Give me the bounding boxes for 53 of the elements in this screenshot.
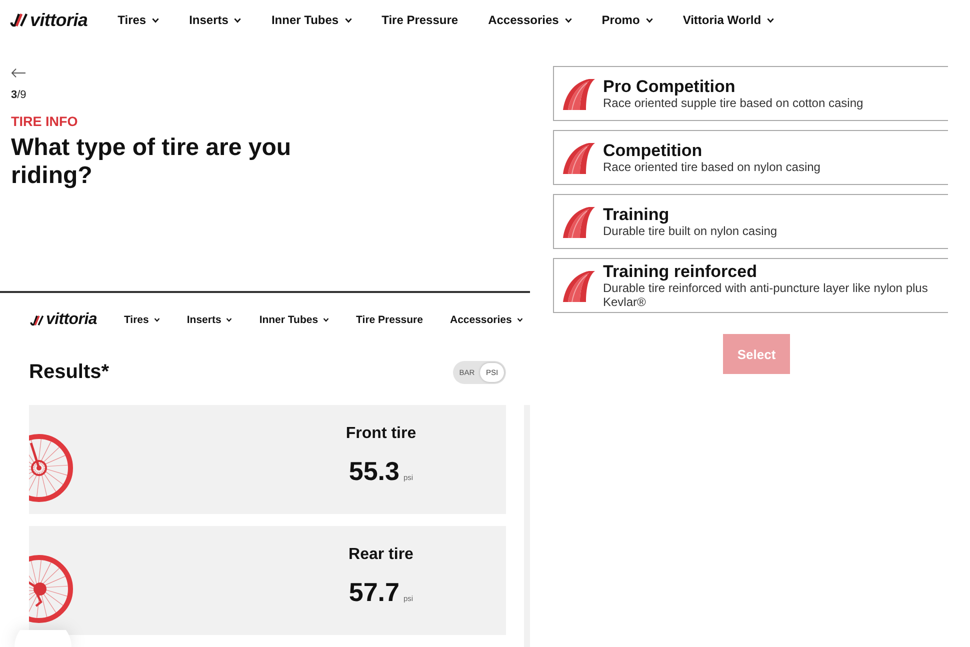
back-arrow-icon[interactable] [11, 68, 26, 78]
brand-logo[interactable]: vittoria [30, 311, 97, 329]
chevron-down-icon [226, 318, 232, 322]
bicycle-wheel-icon [29, 554, 74, 624]
tire-icon [562, 270, 596, 302]
tire-type-option[interactable]: Training Durable tire built on nylon casing [553, 194, 948, 249]
pressure-value: 55.3 [348, 456, 400, 486]
nav-menu-item[interactable]: Tire Pressure [382, 13, 458, 27]
result-label: Rear tire [348, 545, 414, 565]
nav-menu-item[interactable]: Promo [602, 13, 653, 27]
nav-menu-item[interactable]: Inserts [189, 13, 242, 27]
nav-menu-item[interactable]: Inner Tubes [259, 314, 330, 326]
nav-menu-item[interactable]: Accessories [488, 13, 572, 27]
chevron-down-icon [564, 18, 572, 22]
nav-menu-item[interactable]: Tire Pressure [356, 314, 423, 326]
brand-logo[interactable]: vittoria [10, 10, 88, 30]
chevron-down-icon [323, 318, 330, 322]
option-description: Durable tire reinforced with anti-puncture layer like nylon plus Kevlar® [603, 280, 929, 308]
question-heading: What type of tire are you riding? [11, 134, 292, 190]
chevron-down-icon [344, 18, 352, 22]
chevron-down-icon [234, 18, 242, 22]
result-label: Front tire [346, 424, 416, 444]
tire-type-option[interactable]: Competition Race oriented tire based on nylon casing [553, 130, 948, 185]
step-counter: 3/9 [11, 88, 26, 102]
nav-menu-item[interactable]: Inner Tubes [271, 13, 352, 27]
tire-type-option[interactable]: Pro Competition Race oriented supple tire based on cotton casing [553, 66, 948, 121]
tire-icon [562, 206, 596, 238]
results-heading: Results* [29, 360, 110, 384]
nav-menu-item[interactable]: Vittoria World [682, 13, 774, 27]
tire-icon [562, 142, 596, 174]
nav-menu-item[interactable]: Accessories [450, 314, 523, 326]
logo-mark-icon [10, 13, 28, 27]
option-title: Training reinforced [603, 262, 757, 280]
nav-menu-item[interactable]: Tires [118, 13, 160, 27]
chevron-down-icon [767, 18, 774, 22]
bicycle-wheel-icon [29, 433, 74, 503]
option-title: Competition [603, 142, 702, 160]
option-description: Race oriented tire based on nylon casing [603, 160, 820, 174]
option-description: Durable tire built on nylon casing [603, 224, 778, 238]
tire-icon [562, 78, 596, 110]
chevron-down-icon [516, 318, 523, 322]
chevron-down-icon [154, 318, 160, 322]
chevron-down-icon [152, 18, 160, 22]
section-label: TIRE INFO [11, 114, 78, 130]
chevron-down-icon [646, 18, 653, 22]
nav-menu-item[interactable]: Inserts [186, 314, 232, 326]
tire-type-option[interactable]: Training reinforced Durable tire reinforced with anti-puncture layer like nylon plus Kevlar® [553, 258, 948, 313]
logo-mark-icon [30, 314, 44, 326]
option-title: Training [603, 206, 670, 224]
pressure-value: 57.7 [348, 577, 400, 607]
option-title: Pro Competition [603, 78, 736, 96]
option-description: Race oriented supple tire based on cotton casing [603, 96, 864, 110]
nav-menu-item[interactable]: Tires [124, 314, 160, 326]
